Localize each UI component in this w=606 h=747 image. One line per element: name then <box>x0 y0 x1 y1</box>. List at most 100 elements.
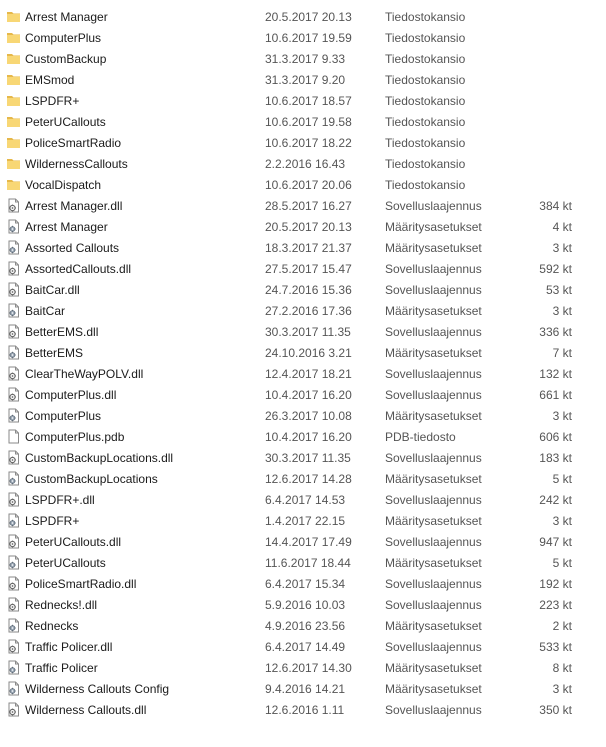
file-type: Sovelluslaajennus <box>385 451 482 465</box>
file-row[interactable]: ComputerPlus.pdb 10.4.2017 16.20 PDB-tiedo… <box>0 426 606 447</box>
config-icon <box>6 219 21 234</box>
file-row[interactable]: PeterUCallouts 10.6.2017 19.58 Tiedostokan… <box>0 111 606 132</box>
file-row[interactable]: Arrest Manager 20.5.2017 20.13 Määritysase… <box>0 216 606 237</box>
dll-icon <box>6 639 21 654</box>
file-row[interactable]: ComputerPlus 26.3.2017 10.08 Määritysasetu… <box>0 405 606 426</box>
file-type: Tiedostokansio <box>385 115 466 129</box>
file-type: Määritysasetukset <box>385 661 482 675</box>
folder-icon <box>6 156 21 171</box>
file-row[interactable]: LSPDFR+.dll 6.4.2017 14.53 Sovelluslaajenn… <box>0 489 606 510</box>
file-row[interactable]: BaitCar.dll 24.7.2016 15.36 Sovelluslaajen… <box>0 279 606 300</box>
dll-icon <box>6 450 21 465</box>
file-date: 12.6.2016 1.11 <box>265 703 345 717</box>
file-name: EMSmod <box>25 73 75 87</box>
file-size: 132 kt <box>539 367 572 381</box>
file-type: Määritysasetukset <box>385 682 482 696</box>
file-row[interactable]: Rednecks!.dll 5.9.2016 10.03 Sovelluslaaje… <box>0 594 606 615</box>
dll-icon <box>6 492 21 507</box>
file-type: Sovelluslaajennus <box>385 535 482 549</box>
file-type: Tiedostokansio <box>385 31 466 45</box>
file-row[interactable]: LSPDFR+ 10.6.2017 18.57 Tiedostokansio <box>0 90 606 111</box>
file-type: Määritysasetukset <box>385 304 482 318</box>
file-name: Arrest Manager.dll <box>25 199 123 213</box>
file-name: ComputerPlus <box>25 31 102 45</box>
file-date: 28.5.2017 16.27 <box>265 199 352 213</box>
config-icon <box>6 471 21 486</box>
file-type: Sovelluslaajennus <box>385 703 482 717</box>
file-row[interactable]: PeterUCallouts.dll 14.4.2017 17.49 Sovellu… <box>0 531 606 552</box>
config-icon <box>6 303 21 318</box>
file-row[interactable]: Traffic Policer 12.6.2017 14.30 Määritysas… <box>0 657 606 678</box>
dll-icon <box>6 366 21 381</box>
file-size: 3 kt <box>552 241 572 255</box>
file-size: 7 kt <box>552 346 572 360</box>
file-row[interactable]: Assorted Callouts 18.3.2017 21.37 Määritys… <box>0 237 606 258</box>
dll-icon <box>6 702 21 717</box>
file-row[interactable]: Traffic Policer.dll 6.4.2017 14.49 Sovellu… <box>0 636 606 657</box>
file-date: 12.6.2017 14.28 <box>265 472 352 486</box>
file-name: LSPDFR+.dll <box>25 493 95 507</box>
file-row[interactable]: CustomBackupLocations 12.6.2017 14.28 Määr… <box>0 468 606 489</box>
dll-icon <box>6 324 21 339</box>
file-row[interactable]: CustomBackup 31.3.2017 9.33 Tiedostokansio <box>0 48 606 69</box>
file-row[interactable]: Arrest Manager 20.5.2017 20.13 Tiedostokan… <box>0 6 606 27</box>
file-type: PDB-tiedosto <box>385 430 456 444</box>
file-row[interactable]: AssortedCallouts.dll 27.5.2017 15.47 Sovel… <box>0 258 606 279</box>
file-date: 10.6.2017 18.22 <box>265 136 352 150</box>
file-row[interactable]: WildernessCallouts 2.2.2016 16.43 Tiedosto… <box>0 153 606 174</box>
file-type: Määritysasetukset <box>385 514 482 528</box>
file-name: Rednecks!.dll <box>25 598 98 612</box>
file-row[interactable]: EMSmod 31.3.2017 9.20 Tiedostokansio <box>0 69 606 90</box>
file-date: 20.5.2017 20.13 <box>265 220 352 234</box>
file-name: Wilderness Callouts Config <box>25 682 170 696</box>
folder-icon <box>6 51 21 66</box>
file-date: 6.4.2017 14.53 <box>265 493 346 507</box>
file-size: 606 kt <box>539 430 572 444</box>
file-date: 6.4.2017 15.34 <box>265 577 346 591</box>
file-date: 9.4.2016 14.21 <box>265 682 346 696</box>
file-date: 5.9.2016 10.03 <box>265 598 346 612</box>
file-name: PoliceSmartRadio <box>25 136 122 150</box>
file-row[interactable]: BaitCar 27.2.2016 17.36 Määritysasetukset 3… <box>0 300 606 321</box>
file-row[interactable]: ClearTheWayPOLV.dll 12.4.2017 18.21 Sovell… <box>0 363 606 384</box>
folder-icon <box>6 93 21 108</box>
file-date: 12.6.2017 14.30 <box>265 661 352 675</box>
file-date: 26.3.2017 10.08 <box>265 409 352 423</box>
file-row[interactable]: VocalDispatch 10.6.2017 20.06 Tiedostokans… <box>0 174 606 195</box>
folder-icon <box>6 114 21 129</box>
dll-icon <box>6 576 21 591</box>
folder-icon <box>6 9 21 24</box>
file-row[interactable]: Rednecks 4.9.2016 23.56 Määritysasetukset 2… <box>0 615 606 636</box>
file-size: 3 kt <box>552 514 572 528</box>
file-type: Määritysasetukset <box>385 472 482 486</box>
file-row[interactable]: LSPDFR+ 1.4.2017 22.15 Määritysasetukset 3 … <box>0 510 606 531</box>
file-row[interactable]: Arrest Manager.dll 28.5.2017 16.27 Sovellu… <box>0 195 606 216</box>
file-type: Määritysasetukset <box>385 346 482 360</box>
dll-icon <box>6 597 21 612</box>
file-row[interactable]: ComputerPlus 10.6.2017 19.59 Tiedostokansi… <box>0 27 606 48</box>
file-date: 20.5.2017 20.13 <box>265 10 352 24</box>
file-row[interactable]: Wilderness Callouts.dll 12.6.2016 1.11 Sov… <box>0 699 606 720</box>
file-list: Arrest Manager 20.5.2017 20.13 Tiedostokan… <box>0 6 606 720</box>
dll-icon <box>6 198 21 213</box>
file-date: 18.3.2017 21.37 <box>265 241 352 255</box>
file-date: 1.4.2017 22.15 <box>265 514 346 528</box>
file-row[interactable]: PeterUCallouts 11.6.2017 18.44 Määritysase… <box>0 552 606 573</box>
config-icon <box>6 681 21 696</box>
dll-icon <box>6 534 21 549</box>
file-type: Sovelluslaajennus <box>385 577 482 591</box>
file-size: 2 kt <box>552 619 572 633</box>
file-date: 31.3.2017 9.33 <box>265 52 346 66</box>
file-row[interactable]: BetterEMS 24.10.2016 3.21 Määritysasetukse… <box>0 342 606 363</box>
file-row[interactable]: BetterEMS.dll 30.3.2017 11.35 Sovelluslaaj… <box>0 321 606 342</box>
file-row[interactable]: PoliceSmartRadio.dll 6.4.2017 15.34 Sovell… <box>0 573 606 594</box>
file-date: 30.3.2017 11.35 <box>265 451 351 465</box>
file-size: 53 kt <box>545 283 572 297</box>
file-row[interactable]: ComputerPlus.dll 10.4.2017 16.20 Sovellusl… <box>0 384 606 405</box>
file-row[interactable]: PoliceSmartRadio 10.6.2017 18.22 Tiedostok… <box>0 132 606 153</box>
file-row[interactable]: Wilderness Callouts Config 9.4.2016 14.21… <box>0 678 606 699</box>
file-type: Sovelluslaajennus <box>385 367 482 381</box>
file-row[interactable]: CustomBackupLocations.dll 30.3.2017 11.35… <box>0 447 606 468</box>
file-type: Määritysasetukset <box>385 619 482 633</box>
file-name: LSPDFR+ <box>25 94 80 108</box>
